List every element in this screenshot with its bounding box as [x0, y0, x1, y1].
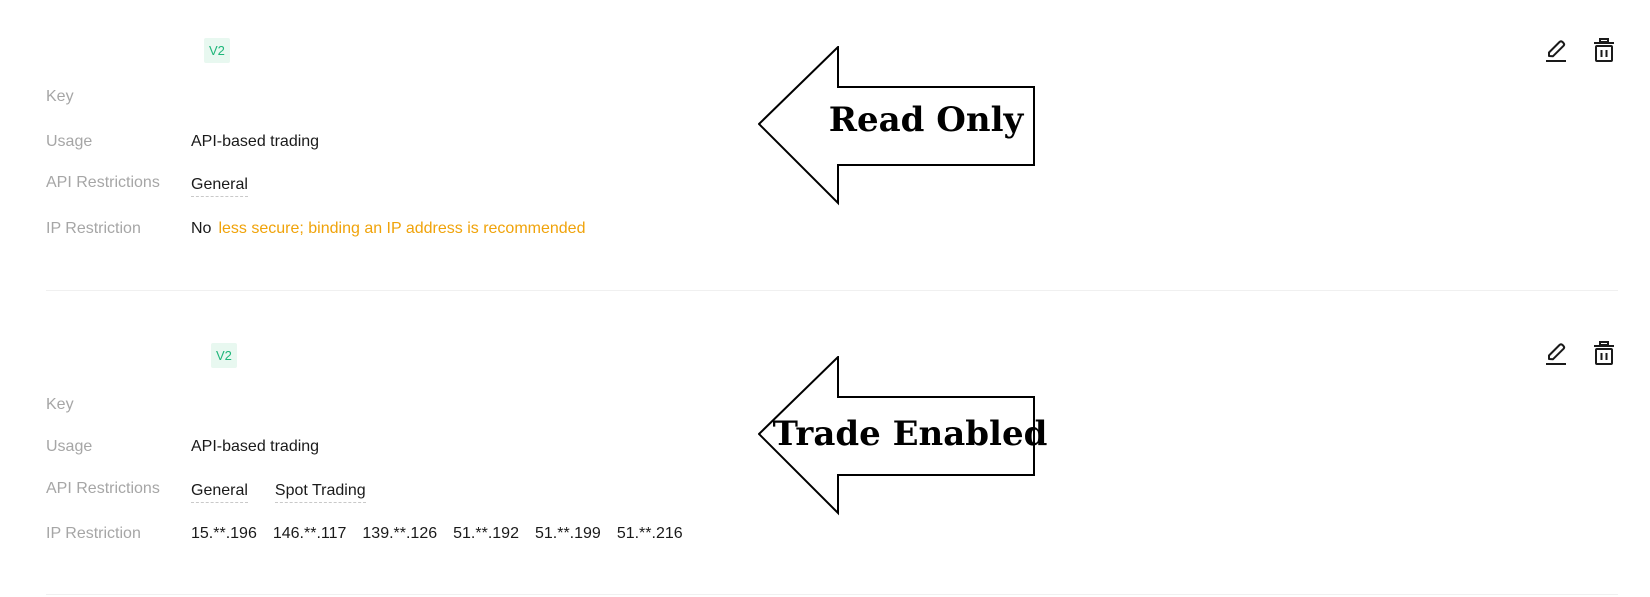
- ip-address: 51.**.199: [534, 525, 601, 542]
- ip-restriction-value: No less secure; binding an IP address is …: [191, 220, 585, 238]
- ip-restriction-warning: less secure; binding an IP address is re…: [218, 220, 586, 237]
- ip-address: 51.**.192: [453, 525, 519, 542]
- annotation-arrow: Trade Enabled: [758, 356, 1048, 516]
- api-key-card: V2 Key Usage API-based trading API Restr…: [46, 0, 1618, 291]
- version-badge: V2: [204, 38, 230, 63]
- delete-button[interactable]: [1590, 339, 1618, 367]
- ip-address: 146.**.117: [272, 525, 347, 542]
- key-label: Key: [46, 396, 74, 413]
- ip-restriction-label: IP Restriction: [46, 220, 141, 237]
- usage-value: API-based trading: [191, 133, 320, 150]
- api-restrictions-list: General Spot Trading: [191, 482, 393, 503]
- restriction-tag-general[interactable]: General: [191, 482, 248, 503]
- api-restrictions-list: General: [191, 176, 275, 197]
- ip-restriction-status: No: [191, 220, 212, 237]
- annotation-arrow: Read Only: [758, 46, 1038, 206]
- ip-address-list: 15.**.196 146.**.117 139.**.126 51.**.192 51…: [191, 525, 699, 543]
- annotation-label: Trade Enabled: [772, 414, 1048, 454]
- pencil-icon: [1546, 40, 1566, 62]
- usage-label: Usage: [46, 438, 93, 455]
- api-key-card: V2 Key Usage API-based trading API Restr…: [46, 303, 1618, 595]
- usage-value: API-based trading: [191, 438, 320, 455]
- trash-icon: [1594, 341, 1614, 365]
- restriction-tag-general[interactable]: General: [191, 176, 248, 197]
- ip-address: 139.**.126: [362, 525, 438, 542]
- key-label: Key: [46, 88, 74, 105]
- usage-label: Usage: [46, 133, 93, 150]
- ip-address: 51.**.216: [616, 525, 683, 542]
- edit-button[interactable]: [1542, 339, 1570, 367]
- ip-restriction-label: IP Restriction: [46, 525, 141, 542]
- annotation-label: Read Only: [828, 100, 1024, 140]
- restriction-tag-spot-trading[interactable]: Spot Trading: [274, 482, 366, 503]
- pencil-icon: [1546, 343, 1566, 365]
- ip-address: 15.**.196: [191, 525, 257, 542]
- api-restrictions-label: API Restrictions: [46, 174, 160, 191]
- version-badge: V2: [211, 343, 237, 368]
- edit-button[interactable]: [1542, 36, 1570, 64]
- delete-button[interactable]: [1590, 36, 1618, 64]
- api-restrictions-label: API Restrictions: [46, 480, 160, 497]
- trash-icon: [1594, 38, 1614, 62]
